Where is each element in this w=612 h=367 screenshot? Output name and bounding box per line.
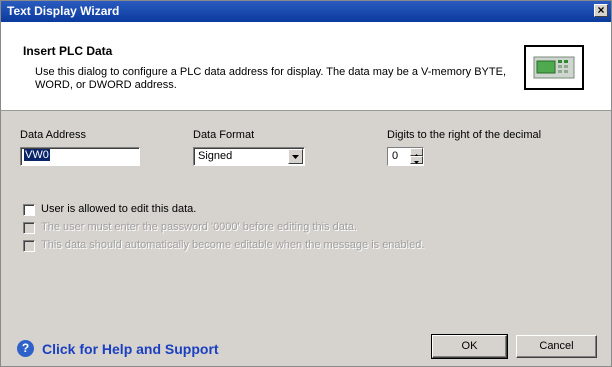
digits-label: Digits to the right of the decimal: [387, 129, 542, 141]
ok-button[interactable]: OK: [431, 334, 508, 359]
password-checkbox[interactable]: [23, 222, 35, 234]
header-panel: Insert PLC Data Use this dialog to confi…: [1, 22, 611, 111]
spin-down-icon[interactable]: [410, 156, 423, 164]
digits-spinner[interactable]: 0: [387, 147, 424, 166]
title-bar[interactable]: Text Display Wizard ×: [1, 1, 611, 22]
auto-editable-checkbox-label: This data should automatically become ed…: [41, 239, 425, 251]
digits-value: 0: [392, 150, 399, 162]
spin-up-icon[interactable]: [410, 148, 423, 157]
data-format-select[interactable]: Signed: [193, 147, 305, 166]
data-address-input[interactable]: VW0: [20, 147, 140, 166]
auto-editable-checkbox[interactable]: [23, 240, 35, 252]
close-button[interactable]: ×: [594, 4, 608, 17]
editable-checkbox[interactable]: [23, 204, 35, 216]
header-title: Insert PLC Data: [23, 44, 113, 58]
header-description: Use this dialog to configure a PLC data …: [35, 66, 506, 91]
help-link-text[interactable]: Click for Help and Support: [42, 341, 219, 357]
window-title: Text Display Wizard: [7, 4, 120, 18]
data-format-value: Signed: [198, 150, 233, 162]
editable-checkbox-label: User is allowed to edit this data.: [41, 203, 197, 215]
data-format-label: Data Format: [193, 129, 255, 141]
chevron-down-icon[interactable]: [288, 149, 303, 164]
data-address-label: Data Address: [20, 129, 87, 141]
password-checkbox-label: The user must enter the password '0000' …: [41, 221, 358, 233]
help-icon[interactable]: ?: [17, 340, 34, 357]
plc-display-icon: [524, 45, 584, 90]
wizard-window: Text Display Wizard × Insert PLC Data Us…: [0, 0, 612, 367]
data-address-value: VW0: [24, 149, 50, 161]
cancel-button[interactable]: Cancel: [516, 335, 597, 358]
